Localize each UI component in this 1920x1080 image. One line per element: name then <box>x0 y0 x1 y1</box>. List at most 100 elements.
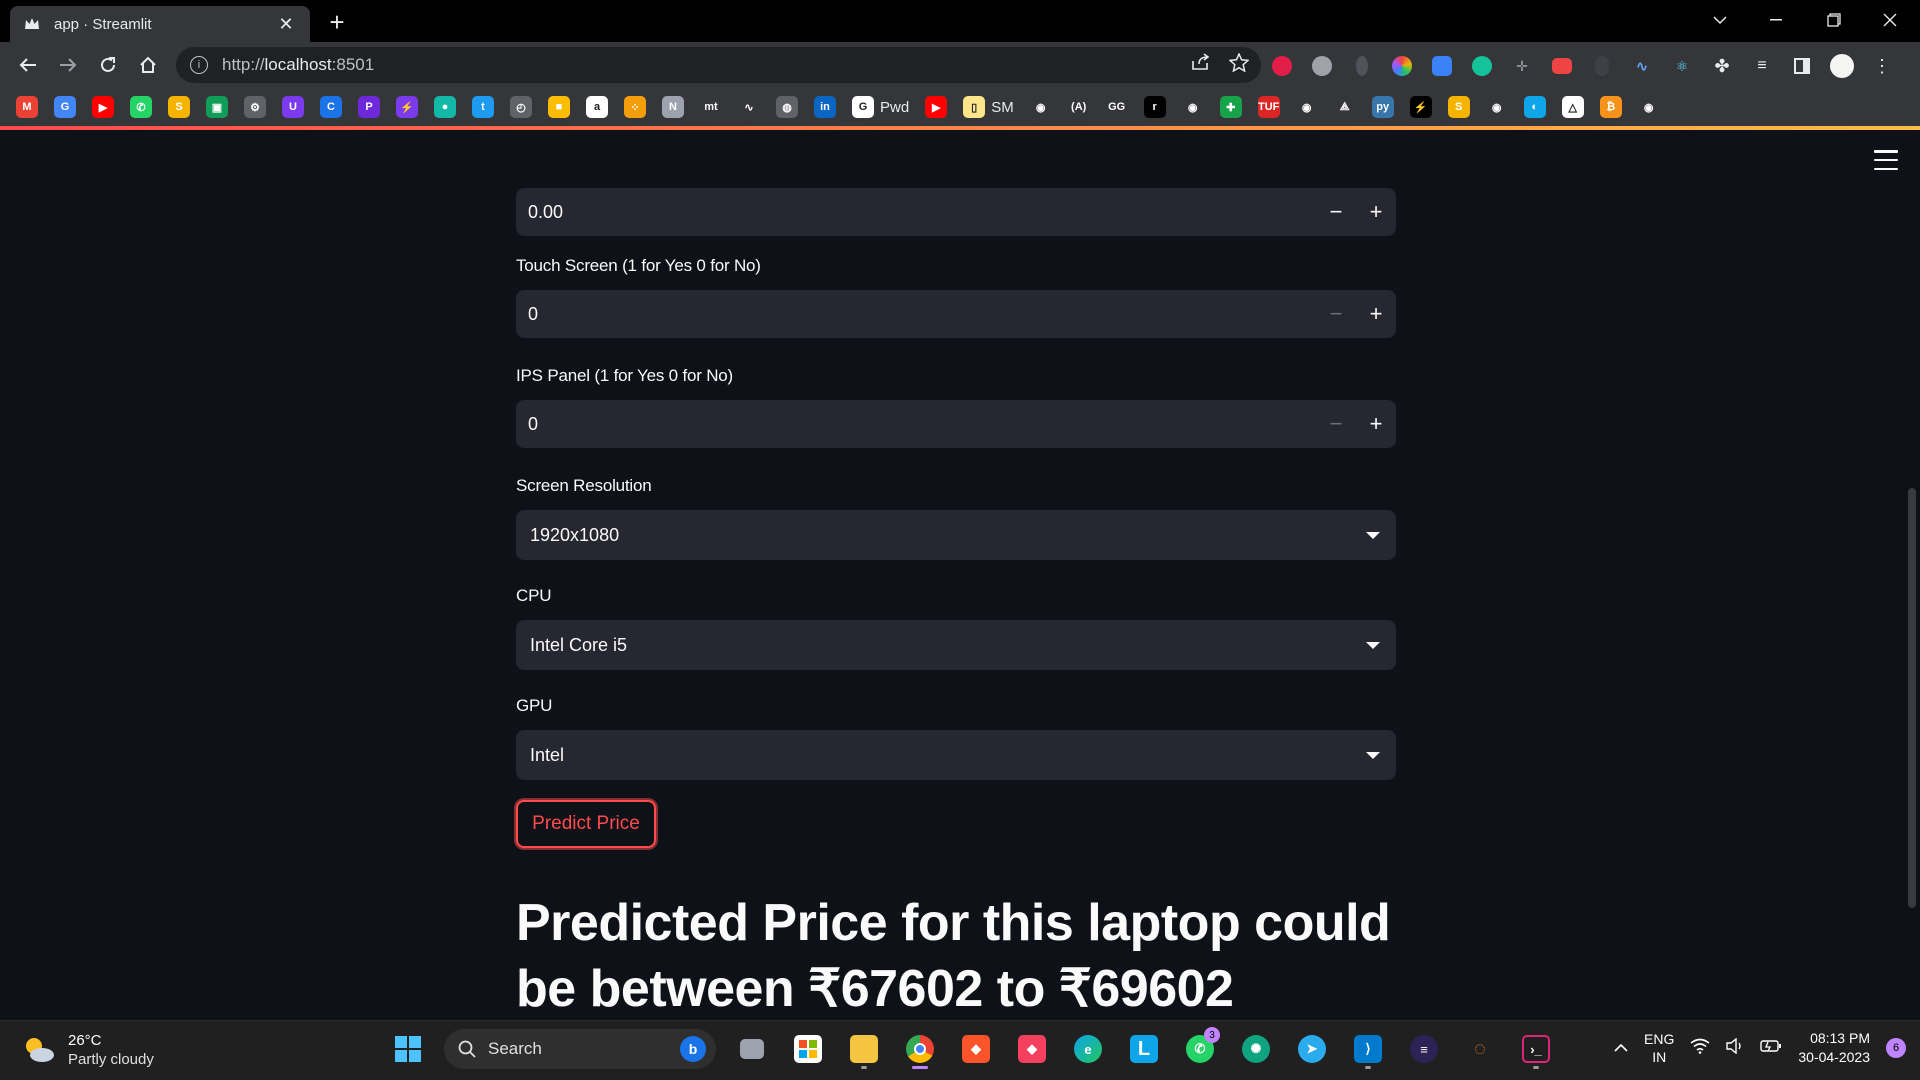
increment-button[interactable]: + <box>1356 400 1396 448</box>
chrome-menu-icon[interactable]: ⋮ <box>1868 52 1896 80</box>
chevron-down-icon[interactable] <box>1366 751 1380 759</box>
jupyter-icon[interactable]: ◌ <box>1460 1029 1500 1069</box>
telegram-icon[interactable]: ➤ <box>1292 1029 1332 1069</box>
profile-avatar-icon[interactable] <box>1828 52 1856 80</box>
page-scrollbar[interactable] <box>1908 488 1916 908</box>
eclipse-icon[interactable]: ≡ <box>1404 1029 1444 1069</box>
bookmark-item[interactable]: G <box>54 95 76 119</box>
youtube-extension-icon[interactable] <box>1548 52 1576 80</box>
adblock-icon[interactable] <box>1268 52 1296 80</box>
mouse-extension-icon[interactable] <box>1588 52 1616 80</box>
bookmark-item[interactable]: ◉ <box>1637 95 1660 119</box>
bookmark-item[interactable]: (A) <box>1067 95 1090 119</box>
bookmark-item[interactable]: ⚡ <box>396 95 418 119</box>
microsoft-store-icon[interactable] <box>788 1029 828 1069</box>
decrement-button[interactable]: − <box>1316 290 1356 338</box>
site-info-icon[interactable]: i <box>190 56 208 74</box>
start-windows-icon[interactable] <box>388 1029 428 1069</box>
task-view-icon[interactable] <box>732 1029 772 1069</box>
close-window-icon[interactable] <box>1862 0 1918 40</box>
volume-icon[interactable] <box>1726 1037 1744 1059</box>
bookmark-item[interactable]: in <box>814 95 836 119</box>
ips-panel-input[interactable]: 0 − + <box>516 400 1396 448</box>
media-control-icon[interactable]: ≡ <box>1748 52 1776 80</box>
l-app-icon[interactable]: L <box>1124 1029 1164 1069</box>
extensions-puzzle-icon[interactable]: ✤ <box>1708 52 1736 80</box>
increment-button[interactable]: + <box>1356 290 1396 338</box>
bookmark-item[interactable]: py <box>1371 95 1394 119</box>
tab-search-icon[interactable] <box>1692 0 1748 40</box>
bookmark-item[interactable]: a <box>586 95 608 119</box>
chatgpt-icon[interactable]: ✺ <box>1236 1029 1276 1069</box>
bookmark-item[interactable]: S <box>1447 95 1470 119</box>
touch-screen-input[interactable]: 0 − + <box>516 290 1396 338</box>
bookmark-item[interactable]: mt <box>700 95 722 119</box>
color-picker-icon[interactable] <box>1388 52 1416 80</box>
bookmark-item[interactable]: ■ <box>548 95 570 119</box>
wave-extension-icon[interactable]: ∿ <box>1628 52 1656 80</box>
bookmark-item[interactable]: ◉ <box>1485 95 1508 119</box>
bookmark-star-icon[interactable] <box>1228 52 1250 77</box>
bookmark-item[interactable]: ▶ <box>925 95 948 119</box>
chevron-down-icon[interactable] <box>1366 641 1380 649</box>
bookmark-item[interactable]: ◐ <box>1523 95 1546 119</box>
increment-button[interactable]: + <box>1356 188 1396 236</box>
bookmark-item[interactable]: ∿ <box>738 95 760 119</box>
bookmark-item[interactable]: TUF <box>1257 95 1280 119</box>
bing-icon[interactable]: b <box>680 1036 706 1062</box>
react-devtools-icon[interactable]: ⚛ <box>1668 52 1696 80</box>
bookmark-item[interactable]: ▶ <box>92 95 114 119</box>
new-tab-button[interactable]: + <box>322 8 352 38</box>
bookmark-item[interactable]: ✆ <box>130 95 152 119</box>
bookmark-item[interactable]: ⚙ <box>244 95 266 119</box>
bookmark-item[interactable]: GG <box>1105 95 1128 119</box>
bookmark-item[interactable]: t <box>472 95 494 119</box>
number-input-value[interactable]: 0.00 <box>516 202 1316 223</box>
number-input-value[interactable]: 0 <box>516 414 1316 435</box>
bookmark-item[interactable]: C <box>320 95 342 119</box>
main-menu-icon[interactable] <box>1874 150 1898 170</box>
bookmark-item[interactable]: G Pwd <box>852 95 909 119</box>
edge-icon[interactable]: e <box>1068 1029 1108 1069</box>
blue-extension-icon[interactable] <box>1428 52 1456 80</box>
chevron-up-icon[interactable] <box>1614 1039 1628 1057</box>
number-input-value[interactable]: 0 <box>516 304 1316 325</box>
decrement-button[interactable]: − <box>1316 188 1356 236</box>
side-panel-icon[interactable] <box>1788 52 1816 80</box>
terminal-icon[interactable]: ›_ <box>1516 1029 1556 1069</box>
bookmark-item[interactable]: U <box>282 95 304 119</box>
predict-price-button[interactable]: Predict Price <box>516 800 656 848</box>
back-icon[interactable] <box>12 49 44 81</box>
bookmark-item[interactable]: S <box>168 95 190 119</box>
address-bar[interactable]: i http://localhost:8501 <box>176 47 1261 83</box>
minimize-icon[interactable] <box>1748 0 1804 40</box>
screen-resolution-select[interactable]: 1920x1080 <box>516 510 1396 560</box>
bookmark-item[interactable]: ✚ <box>1219 95 1242 119</box>
language-indicator[interactable]: ENG IN <box>1644 1030 1674 1066</box>
bookmark-item[interactable]: ◍ <box>776 95 798 119</box>
bookmark-item[interactable]: △ <box>1561 95 1584 119</box>
bookmark-item[interactable]: ◉ <box>1295 95 1318 119</box>
reload-icon[interactable] <box>92 49 124 81</box>
bookmark-item[interactable]: ▯ SM <box>963 95 1014 119</box>
bookmark-item[interactable]: N <box>662 95 684 119</box>
brave-beta-icon[interactable]: ◆ <box>1012 1029 1052 1069</box>
chrome-icon[interactable] <box>900 1029 940 1069</box>
file-explorer-icon[interactable] <box>844 1029 884 1069</box>
brave-icon[interactable]: ◆ <box>956 1029 996 1069</box>
grammarly-icon[interactable] <box>1468 52 1496 80</box>
share-icon[interactable] <box>1191 53 1211 77</box>
chevron-down-icon[interactable] <box>1366 531 1380 539</box>
cpu-select[interactable]: Intel Core i5 <box>516 620 1396 670</box>
wifi-icon[interactable] <box>1690 1038 1710 1059</box>
bookmark-item[interactable]: ◴ <box>510 95 532 119</box>
bookmark-item[interactable]: ⟁ <box>1333 95 1356 119</box>
bookmark-item[interactable]: ⚡ <box>1409 95 1432 119</box>
crosshair-extension-icon[interactable]: ✛ <box>1508 52 1536 80</box>
weather-widget[interactable]: 26°C Partly cloudy <box>22 1031 154 1069</box>
whatsapp-icon[interactable]: ✆ 3 <box>1180 1027 1220 1069</box>
bookmark-item[interactable]: ◉ <box>1181 95 1204 119</box>
bookmark-item[interactable]: ⁘ <box>624 95 646 119</box>
bookmark-item[interactable]: P <box>358 95 380 119</box>
number-input-0[interactable]: 0.00 − + <box>516 188 1396 236</box>
